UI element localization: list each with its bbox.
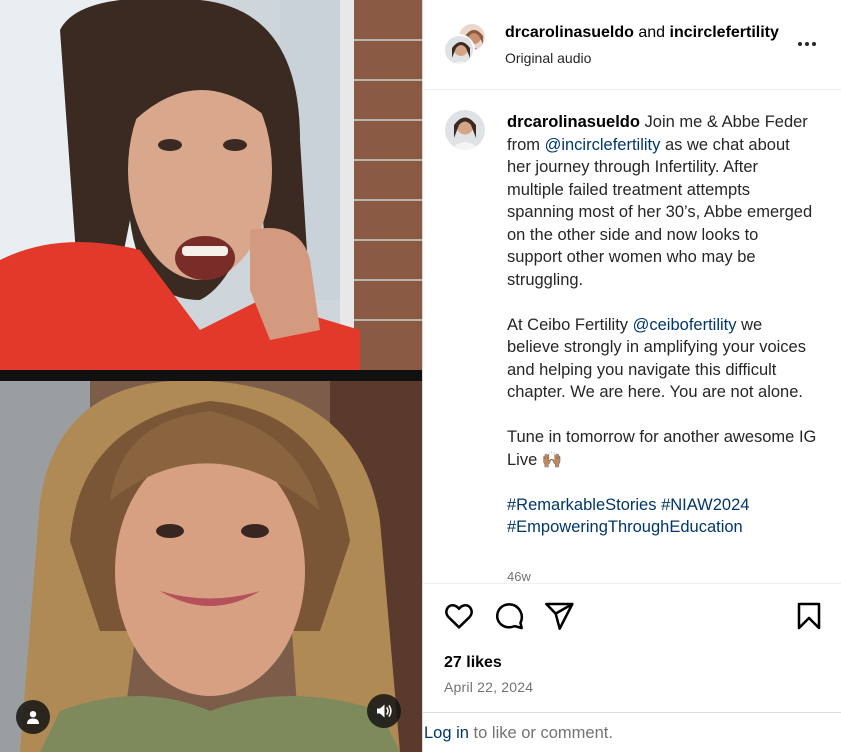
collab-avatars[interactable]: [443, 22, 487, 66]
more-dot: [805, 42, 809, 46]
caption-avatar[interactable]: [445, 110, 485, 150]
hashtag-empoweringthrougheducation[interactable]: #EmpoweringThroughEducation: [507, 518, 743, 536]
mention-incirclefertility[interactable]: @incirclefertility: [545, 136, 661, 154]
comment-bubble-icon: [495, 603, 524, 630]
post-header: drcarolinasueldo and incirclefertility O…: [423, 0, 841, 90]
login-link[interactable]: Log in: [424, 724, 469, 742]
caption-username[interactable]: drcarolinasueldo: [507, 113, 640, 131]
author-primary[interactable]: drcarolinasueldo: [505, 24, 634, 41]
post-authors[interactable]: drcarolinasueldo and incirclefertility: [505, 24, 781, 42]
audio-label[interactable]: Original audio: [505, 50, 591, 66]
more-horizontal-icon: [798, 42, 802, 46]
avatar-drcarolinasueldo[interactable]: [443, 34, 475, 66]
video-feed-guest: [0, 381, 422, 752]
heart-icon: [445, 604, 473, 629]
post-panel: drcarolinasueldo and incirclefertility O…: [422, 0, 841, 752]
hashtags: #RemarkableStories #NIAW2024 #Empowering…: [507, 494, 817, 539]
post-media[interactable]: [0, 0, 422, 752]
author-secondary[interactable]: incirclefertility: [670, 24, 779, 41]
caption-paragraph: Tune in tomorrow for another awesome IG …: [507, 428, 817, 469]
login-prompt-text: Log in to like or comment.: [424, 724, 613, 743]
login-prompt: Log in to like or comment.: [423, 712, 841, 752]
mention-ceibofertility[interactable]: @ceibofertility: [633, 316, 737, 334]
hashtag-remarkablestories[interactable]: #RemarkableStories: [507, 496, 656, 514]
more-dot: [812, 42, 816, 46]
more-options-button[interactable]: [795, 34, 819, 54]
tagged-users-button[interactable]: [16, 700, 50, 734]
audio-toggle-button[interactable]: [367, 694, 401, 728]
post-caption: drcarolinasueldo Join me & Abbe Feder fr…: [507, 111, 817, 539]
save-button[interactable]: [793, 600, 825, 632]
paper-plane-icon: [545, 602, 574, 630]
speaker-icon: [377, 704, 392, 718]
likes-count[interactable]: 27 likes: [444, 654, 502, 672]
bookmark-icon: [797, 602, 821, 630]
post-actions: 27 likes April 22, 2024: [423, 583, 841, 713]
caption-paragraph: At Ceibo Fertility @ceibofertility we be…: [507, 314, 817, 404]
comment-button[interactable]: [493, 600, 525, 632]
caption-text: as we chat about her journey through Inf…: [507, 135, 813, 289]
caption-area[interactable]: drcarolinasueldo Join me & Abbe Feder fr…: [423, 91, 841, 583]
caption-text: At Ceibo Fertility: [507, 315, 633, 334]
hashtag-niaw2024[interactable]: #NIAW2024: [661, 496, 749, 514]
authors-joiner: and: [638, 24, 666, 41]
user-icon: [27, 711, 39, 724]
like-button[interactable]: [443, 600, 475, 632]
caption-paragraph: drcarolinasueldo Join me & Abbe Feder fr…: [507, 111, 817, 291]
share-button[interactable]: [543, 600, 575, 632]
video-feed-host: [0, 0, 422, 370]
media-divider: [0, 370, 422, 381]
post-timestamp[interactable]: 46w: [507, 569, 531, 583]
post-date: April 22, 2024: [444, 679, 534, 695]
login-prompt-rest: to like or comment.: [468, 724, 613, 742]
